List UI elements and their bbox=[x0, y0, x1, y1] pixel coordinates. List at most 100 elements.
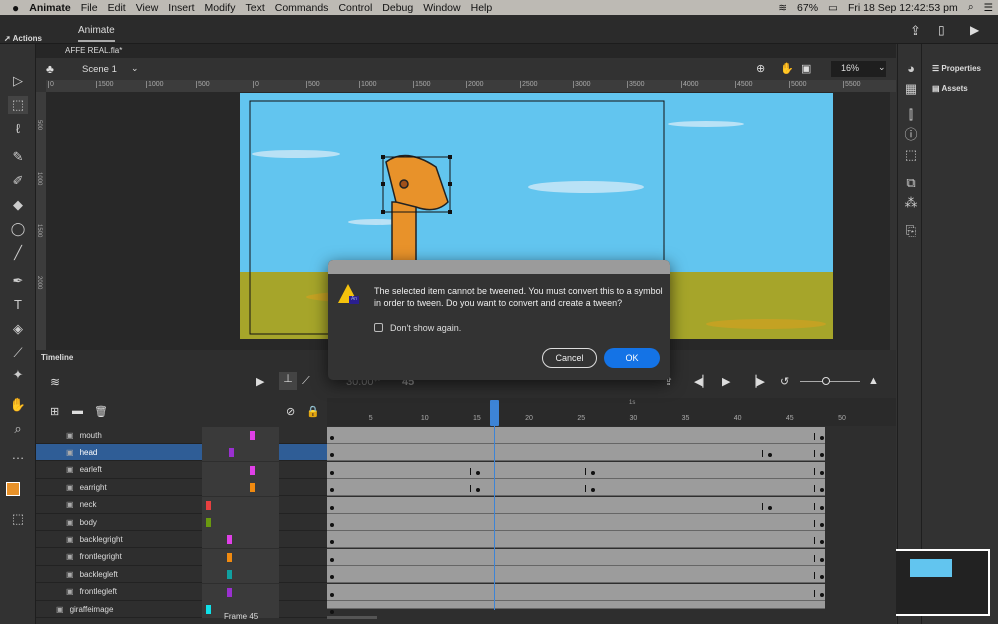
parent-swatch[interactable] bbox=[206, 518, 211, 527]
eyedropper-icon[interactable]: ⟋ bbox=[8, 344, 28, 362]
menu-debug[interactable]: Debug bbox=[382, 2, 413, 14]
layer-row-mouth[interactable]: ▣ mouth bbox=[36, 427, 327, 444]
layer-row-giraffeimage[interactable]: ▣ giraffeimage bbox=[36, 601, 327, 618]
frame-ruler[interactable]: 1s 5 10 15 20 25 30 35 40 45 50 bbox=[327, 398, 896, 426]
keyframe[interactable] bbox=[820, 453, 825, 458]
menu-window[interactable]: Window bbox=[423, 2, 460, 14]
keyframe[interactable] bbox=[820, 557, 825, 562]
step-back-icon[interactable]: ◀▏ bbox=[694, 375, 711, 388]
frame-row-mouth[interactable] bbox=[327, 427, 825, 444]
play-icon[interactable]: ▶ bbox=[722, 375, 730, 388]
menu-list-icon[interactable]: ☰ bbox=[984, 2, 993, 14]
thumbnail-preview[interactable] bbox=[886, 549, 990, 616]
chevron-down-icon[interactable]: ⌄ bbox=[131, 63, 139, 74]
step-forward-icon[interactable]: ▕▶ bbox=[748, 375, 765, 388]
dont-show-checkbox[interactable] bbox=[374, 323, 383, 332]
loop-icon[interactable]: ↺ bbox=[780, 375, 789, 388]
eraser-tool-icon[interactable]: ◆ bbox=[8, 196, 28, 214]
lasso-tool-icon[interactable]: ℓ bbox=[8, 120, 28, 138]
keyframe[interactable] bbox=[768, 453, 773, 458]
keyframe[interactable] bbox=[330, 505, 334, 510]
paint-bucket-icon[interactable]: ◈ bbox=[8, 320, 28, 338]
keyframe[interactable] bbox=[330, 592, 334, 597]
new-folder-icon[interactable]: ▬ bbox=[72, 405, 83, 417]
parent-swatch[interactable] bbox=[206, 500, 211, 510]
parent-swatch[interactable] bbox=[227, 587, 232, 597]
keyframe[interactable] bbox=[476, 470, 481, 475]
parent-column[interactable] bbox=[202, 461, 279, 479]
search-icon[interactable]: ⌕ bbox=[968, 1, 974, 14]
layer-row-body[interactable]: ▣ body bbox=[36, 514, 327, 531]
parent-swatch[interactable] bbox=[250, 465, 255, 475]
paint-brush-icon[interactable]: ✐ bbox=[8, 172, 28, 190]
layer-row-neck[interactable]: ▣ neck bbox=[36, 496, 327, 514]
library-icon[interactable]: ▦ bbox=[901, 80, 921, 98]
battery-percent[interactable]: 67% bbox=[797, 2, 818, 14]
dont-show-label[interactable]: Don't show again. bbox=[390, 323, 461, 333]
keyframe[interactable] bbox=[330, 488, 334, 493]
parent-column[interactable] bbox=[202, 479, 279, 497]
clip-icon[interactable]: ▣ bbox=[801, 62, 811, 75]
line-tool-icon[interactable]: ╱ bbox=[8, 244, 28, 262]
keyframe[interactable] bbox=[820, 488, 825, 493]
keyframe[interactable] bbox=[820, 575, 825, 580]
ok-button[interactable]: OK bbox=[604, 348, 660, 368]
parent-column[interactable] bbox=[202, 566, 279, 584]
layer-row-backlegleft[interactable]: ▣ backlegleft bbox=[36, 566, 327, 584]
keyframe[interactable] bbox=[330, 575, 334, 580]
keyframe[interactable] bbox=[820, 540, 825, 545]
parent-column[interactable] bbox=[202, 548, 279, 566]
oval-tool-icon[interactable]: ◯ bbox=[8, 220, 28, 238]
menu-modify[interactable]: Modify bbox=[205, 2, 236, 14]
keyframe[interactable] bbox=[330, 453, 334, 458]
delete-layer-icon[interactable]: 🗑 bbox=[94, 405, 108, 418]
parent-column[interactable] bbox=[202, 583, 279, 601]
keyframe[interactable] bbox=[820, 592, 825, 597]
playhead[interactable] bbox=[490, 400, 499, 610]
layer-row-frontlegleft[interactable]: ▣ frontlegleft bbox=[36, 583, 327, 601]
horizontal-scrollbar[interactable] bbox=[327, 616, 377, 619]
selection-tool-icon[interactable]: ▷ bbox=[8, 72, 28, 90]
frame-row-backlegright[interactable] bbox=[327, 531, 825, 549]
menu-edit[interactable]: Edit bbox=[108, 2, 126, 14]
menu-commands[interactable]: Commands bbox=[275, 2, 329, 14]
components-icon[interactable]: ⧉ bbox=[901, 174, 921, 192]
motion-presets-icon[interactable]: ⁂ bbox=[901, 194, 921, 212]
frame-row-frontlegright[interactable] bbox=[327, 548, 825, 566]
document-tab[interactable]: AFFE REAL.fla* bbox=[65, 46, 122, 55]
parent-swatch[interactable] bbox=[250, 483, 255, 493]
parent-swatch[interactable] bbox=[227, 535, 232, 545]
keyframe[interactable] bbox=[590, 470, 595, 475]
history-icon[interactable]: ⎘ bbox=[901, 222, 921, 240]
info-icon[interactable]: ⓘ bbox=[901, 126, 921, 144]
timeline-title[interactable]: Timeline bbox=[41, 353, 73, 362]
lock-icon[interactable]: 🔒 bbox=[306, 405, 320, 418]
menu-file[interactable]: File bbox=[81, 2, 98, 14]
keyframe[interactable] bbox=[820, 470, 825, 475]
assets-tab[interactable]: ▤ Assets bbox=[932, 84, 968, 93]
scene-icon[interactable]: ♣ bbox=[46, 62, 54, 76]
new-layer-icon[interactable]: ⊞ bbox=[50, 405, 59, 418]
layer-parenting-icon[interactable]: ⊥ bbox=[279, 372, 297, 390]
scene-name[interactable]: Scene 1 bbox=[82, 64, 117, 75]
dialog-titlebar[interactable] bbox=[328, 260, 670, 274]
keyframe[interactable] bbox=[590, 488, 595, 493]
rotate-icon[interactable]: ✋ bbox=[780, 62, 794, 75]
frame-row-body[interactable] bbox=[327, 514, 825, 531]
brush-tool-icon[interactable]: ✎ bbox=[8, 148, 28, 166]
parent-column[interactable] bbox=[202, 496, 279, 514]
menu-help[interactable]: Help bbox=[471, 2, 493, 14]
graph-icon[interactable]: ⟋ bbox=[302, 375, 310, 388]
text-tool-icon[interactable]: T bbox=[8, 296, 28, 314]
zoom-tool-icon[interactable]: ⌕ bbox=[8, 420, 28, 438]
more-tools-icon[interactable]: … bbox=[8, 446, 28, 464]
actions-panel[interactable]: ➚ Actions bbox=[4, 34, 42, 43]
cancel-button[interactable]: Cancel bbox=[542, 348, 597, 368]
menu-app[interactable]: Animate bbox=[29, 2, 70, 14]
keyframe[interactable] bbox=[330, 610, 334, 614]
frame-size-slider[interactable] bbox=[800, 377, 860, 385]
menu-control[interactable]: Control bbox=[338, 2, 372, 14]
share-icon[interactable]: ⇪ bbox=[910, 23, 921, 39]
frame-row-head[interactable] bbox=[327, 444, 825, 462]
parent-column[interactable] bbox=[202, 444, 279, 462]
